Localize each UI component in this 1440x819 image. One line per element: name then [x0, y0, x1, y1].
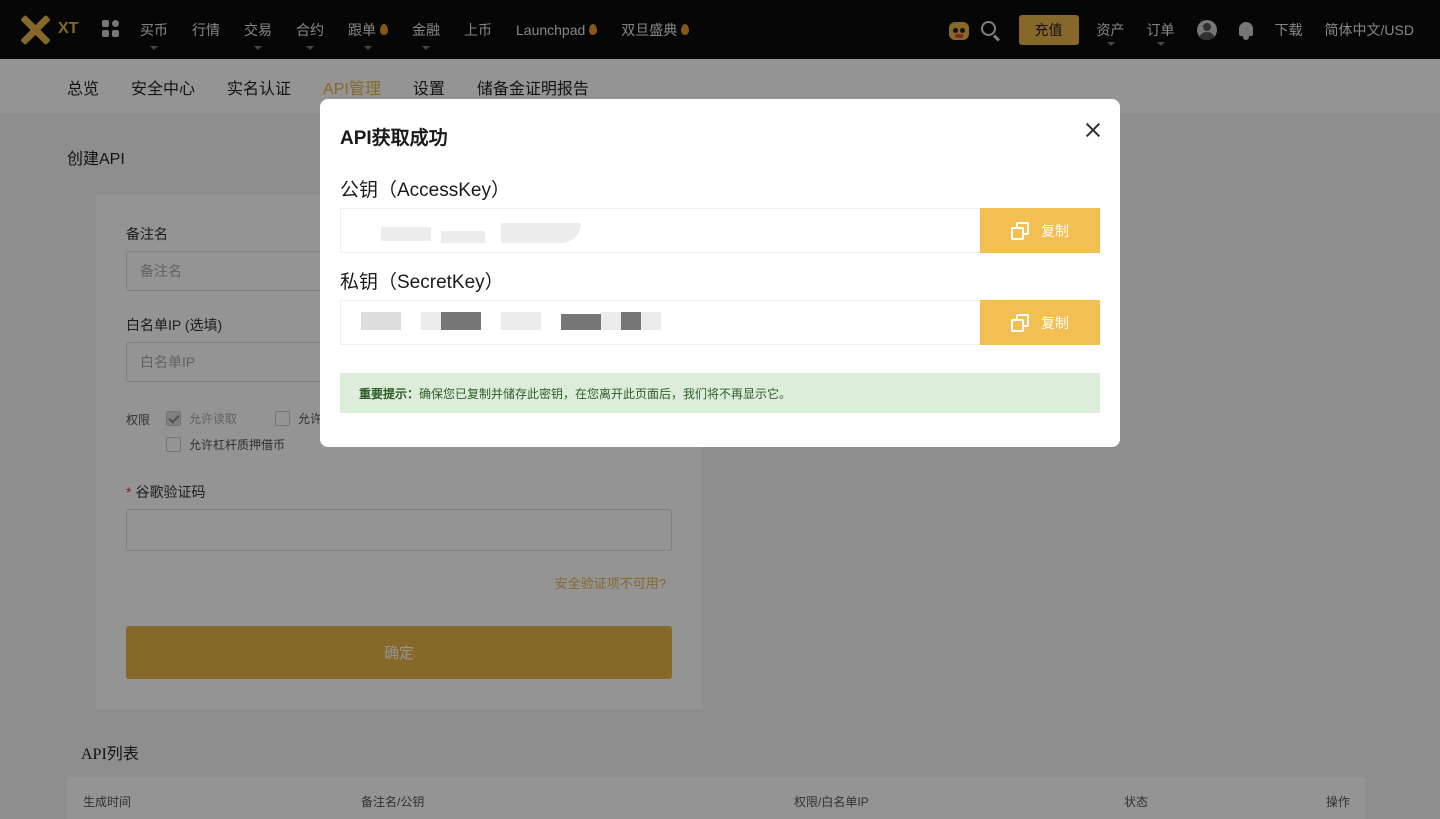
redacted-block	[621, 312, 641, 330]
copy-access-key-button[interactable]: 复制	[980, 208, 1100, 253]
redacted-block	[501, 312, 541, 330]
notice-bold: 重要提示：	[359, 386, 420, 401]
api-success-modal: API获取成功 公钥（AccessKey） 复制 私钥（SecretKey） 复…	[320, 99, 1120, 447]
secret-key-label: 私钥（SecretKey）	[340, 272, 504, 293]
copy-secret-key-button[interactable]: 复制	[980, 300, 1100, 345]
redacted-block	[381, 227, 431, 241]
copy-icon	[1011, 313, 1029, 332]
redacted-block	[601, 312, 621, 330]
redacted-block	[361, 312, 401, 330]
modal-title: API获取成功	[340, 128, 448, 149]
notice-text: 确保您已复制并储存此密钥，在您离开此页面后，我们将不再显示它。	[419, 386, 792, 401]
copy-icon	[1011, 221, 1029, 240]
redacted-block	[421, 312, 441, 330]
redacted-block	[501, 223, 581, 243]
redacted-block	[441, 312, 481, 330]
important-notice: 重要提示： 确保您已复制并储存此密钥，在您离开此页面后，我们将不再显示它。	[340, 373, 1100, 413]
access-key-label: 公钥（AccessKey）	[340, 180, 510, 201]
copy-label: 复制	[1041, 222, 1069, 239]
redacted-block	[441, 231, 485, 243]
access-key-field[interactable]	[340, 208, 980, 253]
redacted-block	[561, 314, 601, 330]
redacted-block	[641, 312, 661, 330]
secret-key-field[interactable]	[340, 300, 980, 345]
close-icon[interactable]	[1086, 123, 1100, 137]
copy-label: 复制	[1041, 314, 1069, 331]
